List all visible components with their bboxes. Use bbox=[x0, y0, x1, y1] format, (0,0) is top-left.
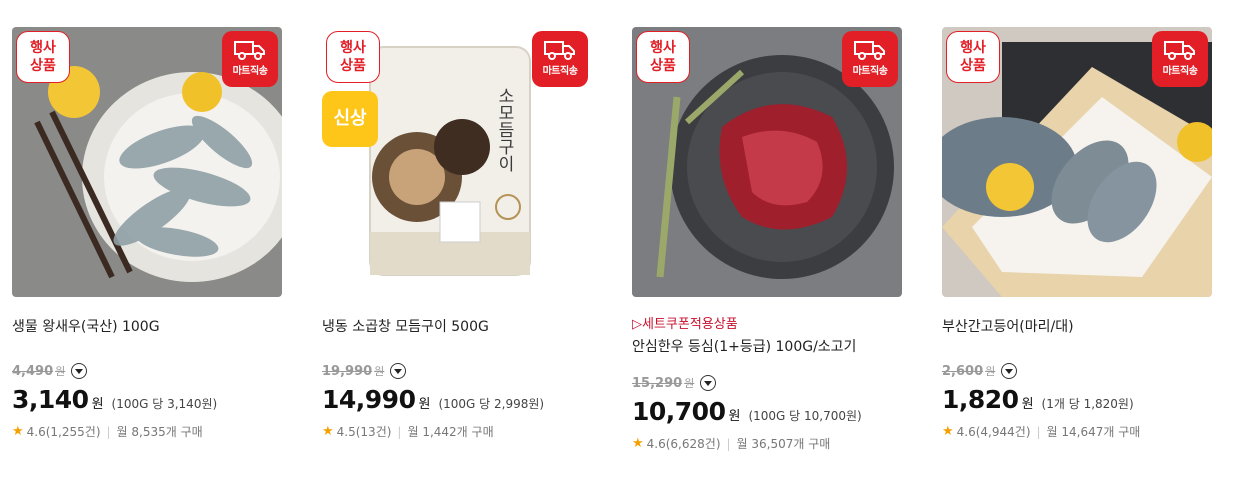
product-image[interactable]: 행사 상품 마트직송 bbox=[632, 27, 902, 297]
product-image[interactable]: 행사 상품 마트직송 bbox=[12, 27, 282, 297]
sale-price: 1,820 원 (1개 당 1,820원) bbox=[942, 385, 1134, 414]
rating-info: ★ 4.6(6,628건) | 월 36,507개 구매 bbox=[632, 436, 831, 451]
product-image[interactable]: 소모듬구이 행사 상품 신상 마트직송 bbox=[322, 27, 592, 297]
original-price: 2,600 원 bbox=[942, 361, 1212, 381]
mart-delivery-badge: 마트직송 bbox=[842, 31, 898, 87]
unit-price: (100G 당 2,998원) bbox=[438, 397, 545, 411]
product-card[interactable]: 행사 상품 마트직송 생물 왕새우(국산) 100G 4,490 원 3,140 원 … bbox=[12, 27, 282, 440]
original-price: 19,990 원 bbox=[322, 361, 592, 381]
original-price: 4,490 원 bbox=[12, 361, 282, 381]
truck-icon bbox=[854, 41, 885, 60]
mart-delivery-badge: 마트직송 bbox=[532, 31, 588, 87]
monthly-purchases: 월 8,535개 구매 bbox=[116, 425, 203, 439]
event-product-badge: 행사 상품 bbox=[636, 31, 690, 83]
monthly-purchases: 월 1,442개 구매 bbox=[407, 425, 494, 439]
monthly-purchases: 월 36,507개 구매 bbox=[736, 437, 831, 451]
event-product-badge: 행사 상품 bbox=[326, 31, 380, 83]
truck-icon bbox=[544, 41, 575, 60]
star-icon: ★ bbox=[632, 436, 644, 451]
dropdown-icon[interactable] bbox=[700, 375, 717, 391]
product-card[interactable]: 행사 상품 마트직송 ▷세트쿠폰적용상품 안심한우 등심(1+등급) 100G/소… bbox=[632, 27, 902, 452]
product-card[interactable]: 소모듬구이 행사 상품 신상 마트직송 냉동 소곱창 모듬구이 500G 19,9… bbox=[322, 27, 592, 440]
star-icon: ★ bbox=[12, 424, 24, 439]
sale-price: 10,700 원 (100G 당 10,700원) bbox=[632, 397, 862, 426]
dropdown-icon[interactable] bbox=[1001, 363, 1018, 379]
rating-info: ★ 4.6(4,944건) | 월 14,647개 구매 bbox=[942, 424, 1141, 439]
rating-info: ★ 4.6(1,255건) | 월 8,535개 구매 bbox=[12, 424, 203, 439]
new-product-badge: 신상 bbox=[322, 91, 378, 147]
product-name[interactable]: 부산간고등어(마리/대) bbox=[942, 317, 1212, 337]
star-icon: ★ bbox=[322, 424, 334, 439]
product-name[interactable]: 냉동 소곱창 모듬구이 500G bbox=[322, 317, 592, 337]
product-name[interactable]: 생물 왕새우(국산) 100G bbox=[12, 317, 282, 337]
unit-price: (100G 당 3,140원) bbox=[111, 397, 218, 411]
star-icon: ★ bbox=[942, 424, 954, 439]
original-price: 15,290 원 bbox=[632, 373, 902, 393]
unit-price: (100G 당 10,700원) bbox=[748, 409, 862, 423]
product-name[interactable]: 안심한우 등심(1+등급) 100G/소고기 bbox=[632, 337, 902, 357]
rating-info: ★ 4.5(13건) | 월 1,442개 구매 bbox=[322, 424, 494, 439]
dropdown-icon[interactable] bbox=[390, 363, 407, 379]
unit-price: (1개 당 1,820원) bbox=[1041, 397, 1134, 411]
svg-text:소모듬구이: 소모듬구이 bbox=[494, 87, 514, 172]
event-product-badge: 행사 상품 bbox=[16, 31, 70, 83]
product-image[interactable]: 행사 상품 마트직송 bbox=[942, 27, 1212, 297]
mart-delivery-badge: 마트직송 bbox=[1152, 31, 1208, 87]
monthly-purchases: 월 14,647개 구매 bbox=[1046, 425, 1141, 439]
mart-delivery-badge: 마트직송 bbox=[222, 31, 278, 87]
product-card[interactable]: 행사 상품 마트직송 부산간고등어(마리/대) 2,600 원 1,820 원 (1개… bbox=[942, 27, 1212, 440]
sale-price: 14,990 원 (100G 당 2,998원) bbox=[322, 385, 545, 414]
sale-price: 3,140 원 (100G 당 3,140원) bbox=[12, 385, 218, 414]
coupon-label[interactable]: ▷세트쿠폰적용상품 bbox=[632, 317, 902, 333]
event-product-badge: 행사 상품 bbox=[946, 31, 1000, 83]
dropdown-icon[interactable] bbox=[71, 363, 88, 379]
truck-icon bbox=[234, 41, 265, 60]
truck-icon bbox=[1164, 41, 1195, 60]
